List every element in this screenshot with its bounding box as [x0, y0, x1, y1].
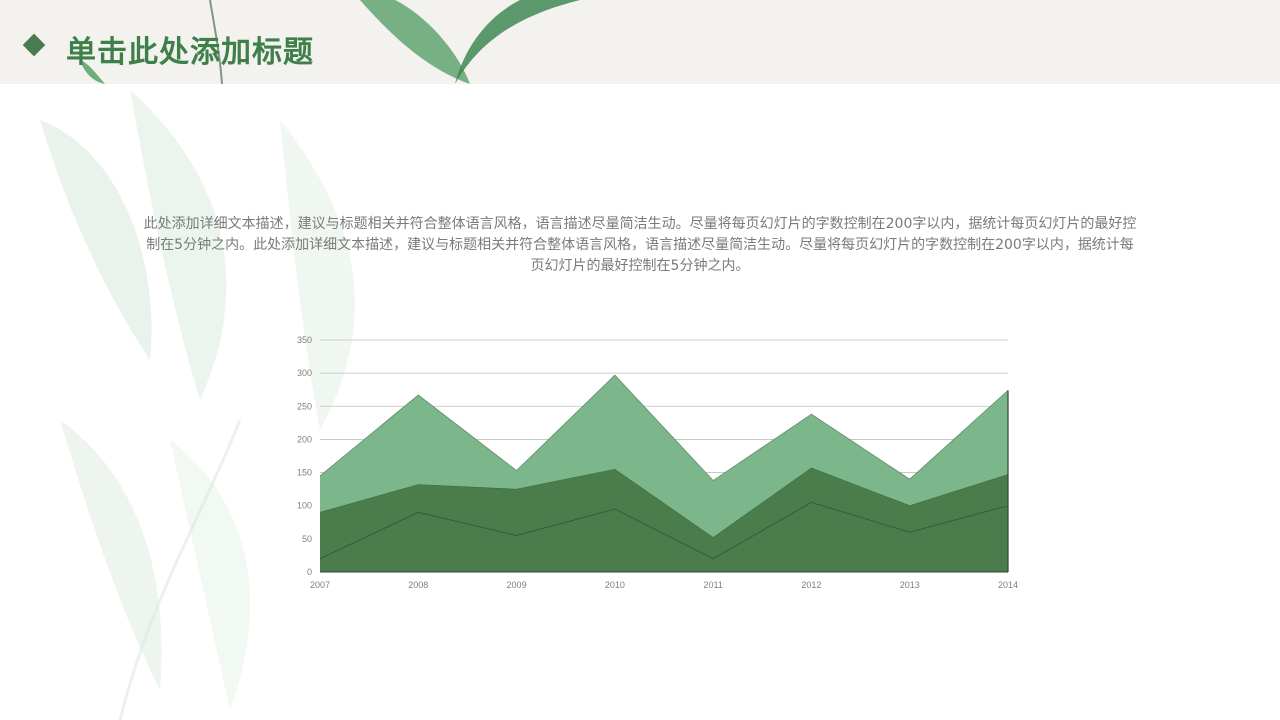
y-tick-label-200: 200	[297, 434, 312, 444]
x-tick-label-2009: 2009	[507, 580, 527, 590]
y-tick-label-300: 300	[297, 368, 312, 378]
y-tick-label-150: 150	[297, 468, 312, 478]
x-tick-label-2008: 2008	[408, 580, 428, 590]
area-chart: 0 50 100 150 200 250 300 350 2007 2008 2009 2010 201…	[297, 335, 1018, 590]
page-title: 单击此处添加标题	[66, 35, 314, 70]
y-tick-label-250: 250	[297, 401, 312, 411]
x-tick-label-2012: 2012	[801, 580, 821, 590]
y-tick-label-350: 350	[297, 335, 312, 345]
y-tick-label-0: 0	[307, 567, 312, 577]
y-tick-label-100: 100	[297, 501, 312, 511]
x-tick-label-2010: 2010	[605, 580, 625, 590]
description-text: 此处添加详细文本描述，建议与标题相关并符合整体语言风格，语言描述尽量简洁生动。尽…	[143, 216, 1137, 274]
x-tick-label-2014: 2014	[998, 580, 1018, 590]
x-tick-label-2011: 2011	[703, 580, 722, 590]
x-tick-label-2007: 2007	[310, 580, 330, 590]
y-tick-label-50: 50	[302, 534, 312, 544]
x-tick-label-2013: 2013	[900, 580, 920, 590]
